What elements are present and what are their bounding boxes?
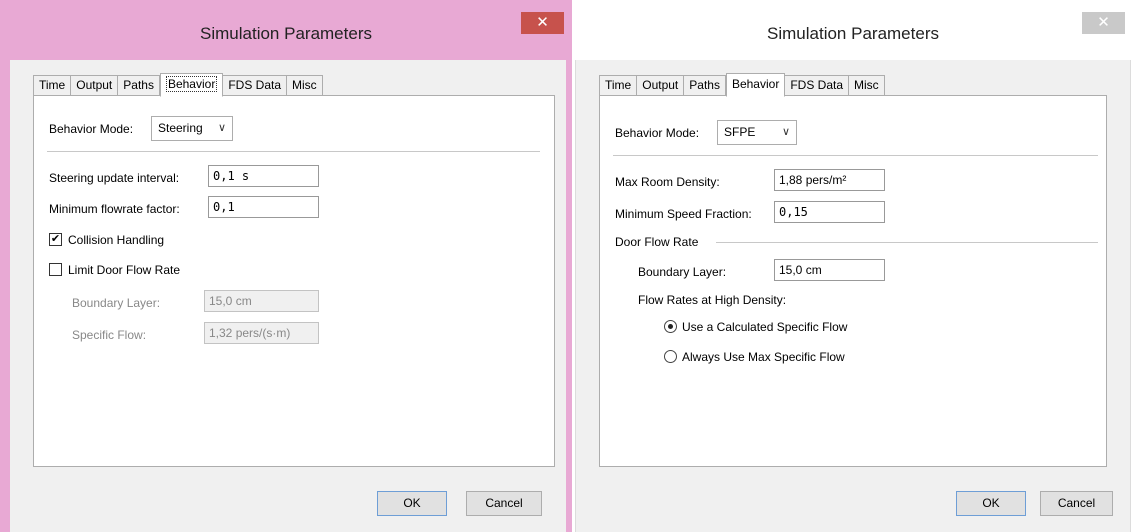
tab-fds-data[interactable]: FDS Data [223, 75, 288, 96]
radio-calculated-label: Use a Calculated Specific Flow [682, 320, 848, 334]
min-flowrate-input[interactable]: 0,1 [208, 196, 319, 218]
behavior-mode-value: Steering [158, 121, 203, 135]
max-density-label: Max Room Density: [615, 175, 720, 189]
min-speed-input[interactable]: 0,15 [774, 201, 885, 223]
boundary-layer-label: Boundary Layer: [638, 265, 727, 279]
dialog-title: Simulation Parameters [200, 24, 372, 43]
tab-misc[interactable]: Misc [287, 75, 323, 96]
behavior-mode-select[interactable]: SFPE ∨ [717, 120, 797, 145]
title-bar[interactable]: Simulation Parameters ✕ [0, 0, 572, 60]
close-icon[interactable]: ✕ [1082, 12, 1125, 34]
dialog-client: Time Output Paths Behavior FDS Data Misc… [575, 60, 1131, 532]
dialog-title: Simulation Parameters [767, 24, 939, 43]
dialog-client: Time Output Paths Behavior FDS Data Misc… [10, 60, 566, 532]
tab-output[interactable]: Output [71, 75, 119, 96]
min-speed-label: Minimum Speed Fraction: [615, 207, 752, 221]
radio-calculated[interactable] [664, 320, 677, 333]
behavior-mode-select[interactable]: Steering ∨ [151, 116, 233, 141]
limit-door-label: Limit Door Flow Rate [68, 263, 181, 277]
boundary-layer-input[interactable]: 15,0 cm [204, 290, 319, 312]
behavior-panel: Behavior Mode: Steering ∨ Steering updat… [33, 95, 555, 467]
radio-selected-dot [668, 324, 673, 329]
tab-paths[interactable]: Paths [684, 75, 726, 96]
boundary-layer-label: Boundary Layer: [72, 296, 161, 310]
steering-interval-label: Steering update interval: [49, 171, 180, 185]
group-divider [716, 242, 1098, 243]
ok-button[interactable]: OK [956, 491, 1026, 516]
limit-door-checkbox[interactable] [49, 263, 62, 276]
collision-checkbox[interactable]: ✔ [49, 233, 62, 246]
behavior-mode-label: Behavior Mode: [49, 122, 134, 136]
tab-behavior[interactable]: Behavior [725, 73, 786, 97]
tab-paths[interactable]: Paths [118, 75, 160, 96]
behavior-mode-label: Behavior Mode: [615, 126, 700, 140]
tab-behavior[interactable]: Behavior [159, 73, 224, 97]
behavior-panel: Behavior Mode: SFPE ∨ Max Room Density: … [599, 95, 1107, 467]
tab-behavior-label: Behavior [165, 76, 218, 92]
tab-strip: Time Output Paths Behavior FDS Data Misc [599, 73, 885, 97]
boundary-layer-input[interactable]: 15,0 cm [774, 259, 885, 281]
max-density-input[interactable]: 1,88 pers/m² [774, 169, 885, 191]
steering-interval-input[interactable]: 0,1 s [208, 165, 319, 187]
cancel-button[interactable]: Cancel [1040, 491, 1113, 516]
specific-flow-input[interactable]: 1,32 pers/(s·m) [204, 322, 319, 344]
chevron-down-icon: ∨ [217, 122, 226, 134]
tab-time[interactable]: Time [33, 75, 72, 96]
divider [613, 155, 1098, 156]
tab-strip: Time Output Paths Behavior FDS Data Misc [33, 73, 323, 97]
tab-misc[interactable]: Misc [849, 75, 885, 96]
tab-output[interactable]: Output [637, 75, 685, 96]
chevron-down-icon: ∨ [781, 126, 790, 138]
tab-time[interactable]: Time [599, 75, 638, 96]
close-icon[interactable]: ✕ [521, 12, 564, 34]
tab-fds-data[interactable]: FDS Data [785, 75, 850, 96]
radio-max-label: Always Use Max Specific Flow [682, 350, 845, 364]
title-bar[interactable]: Simulation Parameters ✕ [575, 0, 1131, 60]
cancel-button[interactable]: Cancel [466, 491, 542, 516]
simulation-parameters-dialog-right: Simulation Parameters ✕ Time Output Path… [575, 0, 1131, 532]
simulation-parameters-dialog-left: Simulation Parameters ✕ Time Output Path… [0, 0, 572, 532]
behavior-mode-value: SFPE [724, 125, 756, 139]
radio-max[interactable] [664, 350, 677, 363]
flow-rates-label: Flow Rates at High Density: [638, 293, 787, 307]
specific-flow-label: Specific Flow: [72, 328, 147, 342]
ok-button[interactable]: OK [377, 491, 447, 516]
divider [47, 151, 540, 152]
collision-label: Collision Handling [68, 233, 165, 247]
door-flow-group-label: Door Flow Rate [615, 235, 699, 249]
min-flowrate-label: Minimum flowrate factor: [49, 202, 180, 216]
